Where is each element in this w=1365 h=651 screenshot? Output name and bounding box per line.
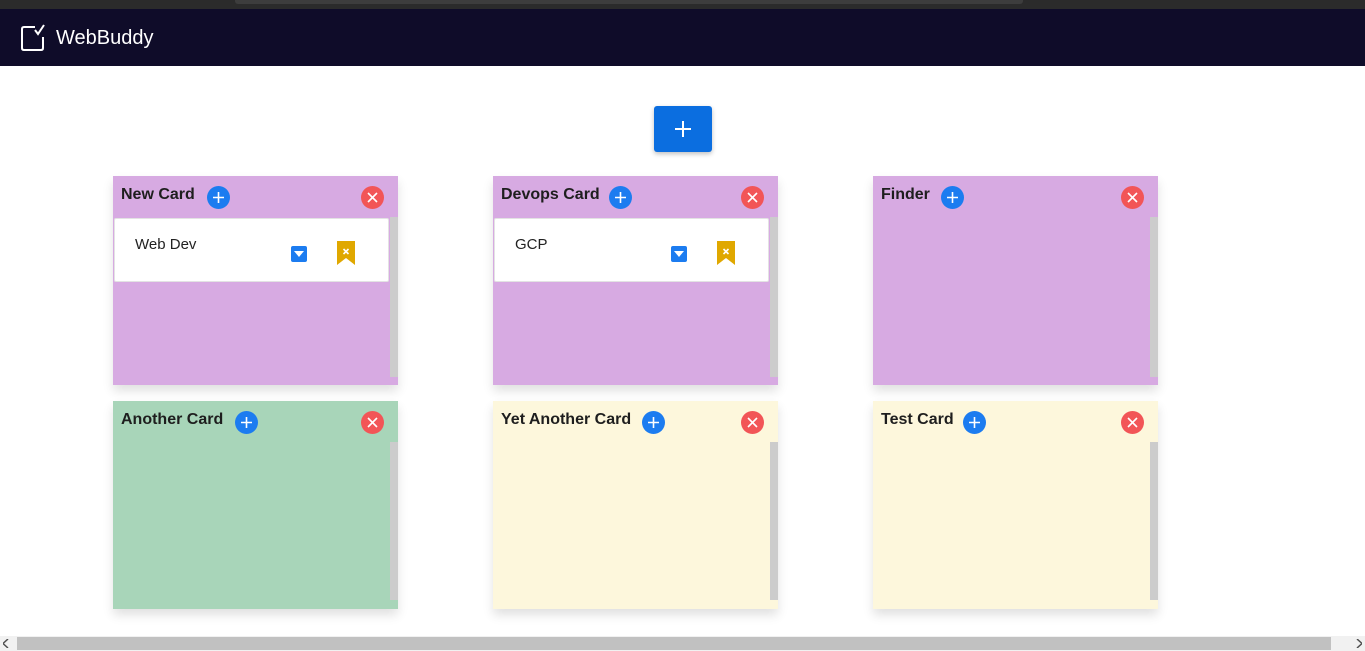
close-icon <box>367 417 378 428</box>
close-icon <box>747 192 758 203</box>
delete-card-button[interactable] <box>1121 411 1144 434</box>
add-item-button[interactable] <box>609 186 632 209</box>
bookmark-remove-icon[interactable] <box>337 241 355 265</box>
delete-card-button[interactable] <box>361 411 384 434</box>
card-scrollbar[interactable] <box>770 442 778 600</box>
card-devops-card: Devops Card GCP <box>493 176 778 385</box>
delete-card-button[interactable] <box>361 186 384 209</box>
checkbox-logo-icon <box>21 24 45 51</box>
card-item[interactable]: Web Dev <box>114 218 389 282</box>
browser-tab-line <box>235 0 1023 4</box>
plus-icon <box>969 417 980 428</box>
card-title: Test Card <box>881 411 954 428</box>
card-header: Finder <box>873 176 1158 218</box>
close-icon <box>1127 192 1138 203</box>
plus-icon <box>615 192 626 203</box>
card-finder: Finder <box>873 176 1158 385</box>
card-title: New Card <box>121 186 195 203</box>
add-card-button[interactable] <box>654 106 712 152</box>
caret-down-icon <box>674 251 684 257</box>
card-scrollbar[interactable] <box>390 217 398 377</box>
close-icon <box>747 417 758 428</box>
card-header: Another Card <box>113 401 398 443</box>
card-header: New Card <box>113 176 398 218</box>
card-scrollbar[interactable] <box>1150 217 1158 377</box>
card-title: Devops Card <box>501 186 600 203</box>
card-header: Test Card <box>873 401 1158 443</box>
delete-card-button[interactable] <box>741 411 764 434</box>
card-title: Finder <box>881 186 930 203</box>
card-item[interactable]: GCP <box>494 218 769 282</box>
scroll-right-icon[interactable] <box>1356 639 1362 648</box>
bookmark-remove-icon[interactable] <box>717 241 735 265</box>
plus-icon <box>947 192 958 203</box>
add-item-button[interactable] <box>941 186 964 209</box>
brand[interactable]: WebBuddy <box>20 24 153 52</box>
item-text: Web Dev <box>135 236 197 253</box>
plus-icon <box>675 121 691 137</box>
delete-card-button[interactable] <box>741 186 764 209</box>
horizontal-scrollbar[interactable] <box>0 636 1365 651</box>
card-title: Another Card <box>121 411 224 428</box>
item-dropdown-button[interactable] <box>291 246 307 262</box>
close-icon <box>1127 417 1138 428</box>
add-item-button[interactable] <box>235 411 258 434</box>
scrollbar-thumb[interactable] <box>17 637 1331 650</box>
card-yet-another-card: Yet Another Card <box>493 401 778 609</box>
plus-icon <box>213 192 224 203</box>
close-icon <box>367 192 378 203</box>
plus-icon <box>648 417 659 428</box>
card-scrollbar[interactable] <box>770 217 778 377</box>
browser-top-strip <box>0 0 1365 9</box>
add-item-button[interactable] <box>207 186 230 209</box>
add-item-button[interactable] <box>963 411 986 434</box>
plus-icon <box>241 417 252 428</box>
card-new-card: New Card Web Dev <box>113 176 398 385</box>
item-dropdown-button[interactable] <box>671 246 687 262</box>
card-scrollbar[interactable] <box>1150 442 1158 600</box>
navbar: WebBuddy <box>0 9 1365 66</box>
caret-down-icon <box>294 251 304 257</box>
card-another-card: Another Card <box>113 401 398 609</box>
card-test-card: Test Card <box>873 401 1158 609</box>
delete-card-button[interactable] <box>1121 186 1144 209</box>
card-scrollbar[interactable] <box>390 442 398 600</box>
app-title: WebBuddy <box>56 26 154 49</box>
card-title: Yet Another Card <box>501 411 632 428</box>
add-item-button[interactable] <box>642 411 665 434</box>
scroll-left-icon[interactable] <box>3 639 9 648</box>
card-header: Yet Another Card <box>493 401 778 443</box>
card-header: Devops Card <box>493 176 778 218</box>
item-text: GCP <box>515 236 548 253</box>
